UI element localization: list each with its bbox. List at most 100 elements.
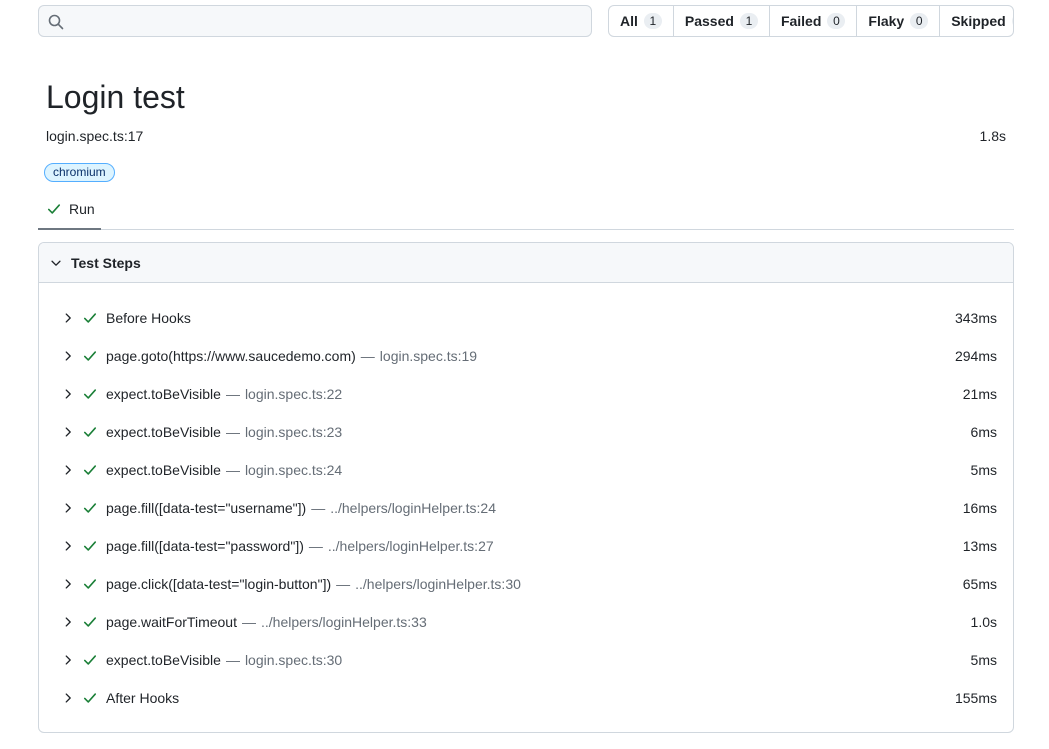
step-separator: — [225,424,240,440]
step-title: expect.toBeVisible [106,386,221,402]
step-location: ../helpers/loginHelper.ts:27 [327,538,494,554]
step-row[interactable]: expect.toBeVisible — login.spec.ts:30 5ms [39,641,1013,679]
step-location: ../helpers/loginHelper.ts:24 [330,500,496,516]
check-icon [83,693,97,703]
search-icon [48,14,64,30]
step-separator: — [225,386,240,402]
step-duration: 294ms [954,348,997,364]
filter-count: 0 [827,13,846,29]
step-title: page.waitForTimeout [106,614,237,630]
tab-label: Run [69,201,95,217]
page-title: Login test [46,79,185,115]
step-title: page.fill([data-test="password"]) [106,538,304,554]
step-location: login.spec.ts:30 [244,652,343,668]
step-duration: 6ms [970,424,997,440]
test-steps-header[interactable]: Test Steps [39,243,1013,283]
step-duration: 21ms [962,386,997,402]
step-duration: 1.0s [970,614,997,630]
step-row[interactable]: page.waitForTimeout — ../helpers/loginHelp… [39,603,1013,641]
check-icon [83,427,97,437]
step-duration: 16ms [962,500,997,516]
filter-all[interactable]: All 1 [609,6,674,36]
step-duration: 65ms [962,576,997,592]
step-title: expect.toBeVisible [106,652,221,668]
search-bar[interactable] [38,5,592,37]
chevron-down-icon [51,260,61,266]
filter-flaky[interactable]: Flaky 0 [857,6,941,36]
step-separator: — [241,614,256,630]
step-row[interactable]: page.click([data-test="login-button"]) —.… [39,565,1013,603]
check-icon [83,579,97,589]
filter-count: 1 [643,13,662,29]
step-row[interactable]: After Hooks 155ms [39,679,1013,717]
step-title: page.click([data-test="login-button"]) [106,576,332,592]
step-duration: 13ms [962,538,997,554]
tab-run[interactable]: Run [38,190,101,230]
step-title: Before Hooks [106,310,191,326]
chevron-right-icon[interactable] [61,349,75,363]
chevron-right-icon[interactable] [61,577,75,591]
step-row[interactable]: expect.toBeVisible — login.spec.ts:24 5ms [39,451,1013,489]
filter-label: All [620,13,638,29]
step-separator: — [336,576,351,592]
step-duration: 343ms [954,310,997,326]
step-title: expect.toBeVisible [106,462,221,478]
chevron-right-icon[interactable] [61,539,75,553]
step-title: page.fill([data-test="username"]) [106,500,307,516]
step-location: login.spec.ts:23 [244,424,343,440]
step-row[interactable]: expect.toBeVisible — login.spec.ts:23 6ms [39,413,1013,451]
filter-count: 0 [1011,13,1013,29]
step-separator: — [225,462,240,478]
chevron-right-icon[interactable] [61,691,75,705]
chevron-right-icon[interactable] [61,501,75,515]
step-location: login.spec.ts:24 [244,462,343,478]
chevron-right-icon[interactable] [61,387,75,401]
step-title: page.goto(https://www.saucedemo.com) [106,348,356,364]
step-location: login.spec.ts:22 [244,386,343,402]
check-icon [47,204,61,214]
step-separator: — [308,538,323,554]
step-row[interactable]: Before Hooks 343ms [39,299,1013,337]
filter-label: Passed [684,13,734,29]
test-duration: 1.8s [979,128,1006,144]
step-location: ../helpers/loginHelper.ts:30 [355,576,521,592]
filter-count: 1 [739,13,758,29]
step-duration: 5ms [970,462,997,478]
step-location: ../helpers/loginHelper.ts:33 [260,614,427,630]
step-row[interactable]: page.fill([data-test="username"]) — ../hel… [39,489,1013,527]
filter-passed[interactable]: Passed 1 [674,6,770,36]
filter-label: Failed [780,13,822,29]
filter-failed[interactable]: Failed 0 [770,6,858,36]
project-badge[interactable]: chromium [44,163,115,182]
step-duration: 5ms [970,652,997,668]
chevron-right-icon[interactable] [61,463,75,477]
steps-list: Before Hooks 343ms page.goto(https://www.s… [39,299,1013,717]
check-icon [83,541,97,551]
step-row[interactable]: expect.toBeVisible — login.spec.ts:22 21ms [39,375,1013,413]
run-tabs: Run [38,190,1014,230]
check-icon [83,465,97,475]
filter-label: Flaky [868,13,905,29]
chevron-right-icon[interactable] [61,615,75,629]
step-separator: — [360,348,375,364]
filter-skipped[interactable]: Skipped 0 [940,6,1013,36]
step-location: login.spec.ts:19 [379,348,478,364]
step-title: After Hooks [106,690,180,706]
step-duration: 155ms [954,690,997,706]
step-title: expect.toBeVisible [106,424,221,440]
status-filters: All 1 Passed 1 Failed 0 Flaky 0 Skipped … [608,5,1014,37]
filter-count: 0 [910,13,929,29]
chevron-right-icon[interactable] [61,311,75,325]
step-separator: — [311,500,326,516]
step-row[interactable]: page.fill([data-test="password"]) — ../hel… [39,527,1013,565]
test-steps-panel: Test Steps Before Hooks 343ms page.goto(ht… [38,242,1014,733]
chevron-right-icon[interactable] [61,425,75,439]
chevron-right-icon[interactable] [61,653,75,667]
search-input[interactable] [71,6,585,36]
filter-label: Skipped [951,13,1006,29]
test-location-link[interactable]: login.spec.ts:17 [46,128,143,144]
step-separator: — [225,652,240,668]
check-icon [83,351,97,361]
step-row[interactable]: page.goto(https://www.saucedemo.com) — log… [39,337,1013,375]
check-icon [83,389,97,399]
